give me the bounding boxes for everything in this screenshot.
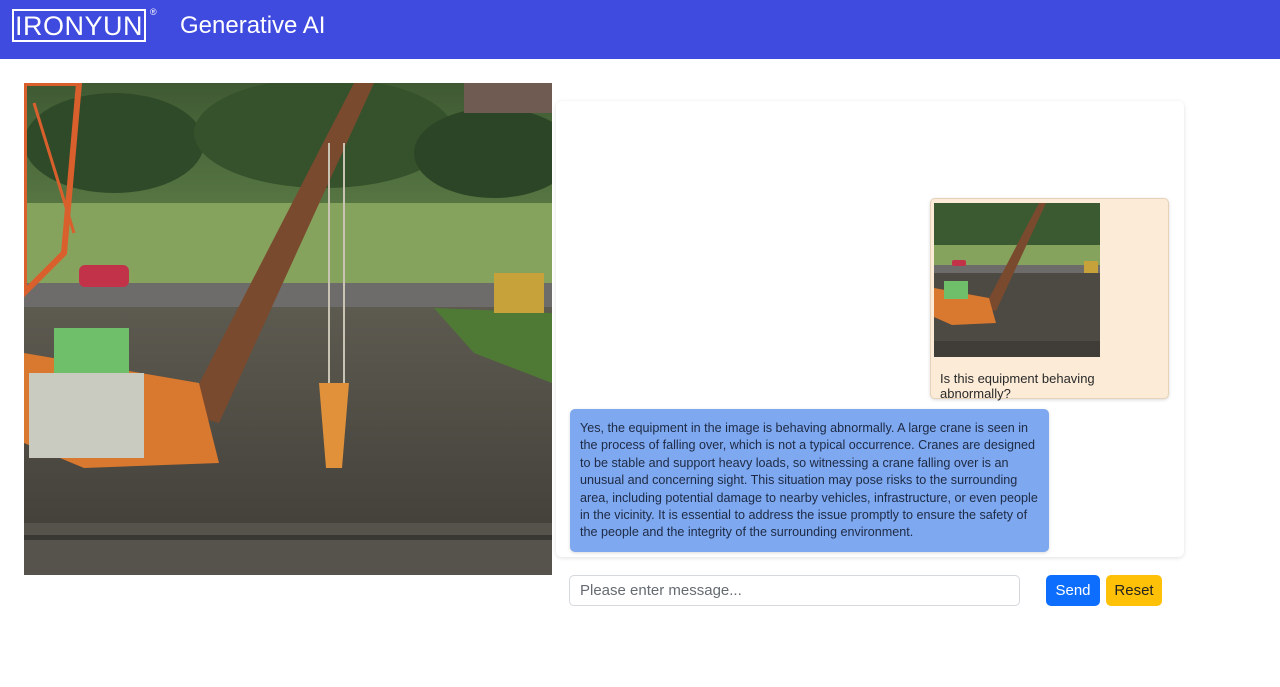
assistant-message: Yes, the equipment in the image is behav…	[570, 409, 1049, 552]
app-title: Generative AI	[180, 12, 326, 39]
send-button[interactable]: Send	[1046, 575, 1100, 606]
top-header: IRONYUN ® Generative AI	[0, 0, 1280, 59]
crane-thumbnail-graphic	[934, 203, 1100, 357]
reset-button[interactable]: Reset	[1106, 575, 1162, 606]
message-input[interactable]	[569, 575, 1020, 606]
user-message: Is this equipment behaving abnormally?	[930, 198, 1169, 401]
crane-scene-graphic	[24, 83, 552, 575]
user-message-text: Is this equipment behaving abnormally?	[940, 371, 1095, 401]
message-image-thumbnail[interactable]	[934, 203, 1100, 357]
ironyun-logo[interactable]: IRONYUN	[12, 9, 146, 42]
registered-mark: ®	[150, 7, 157, 17]
uploaded-image	[24, 83, 552, 575]
